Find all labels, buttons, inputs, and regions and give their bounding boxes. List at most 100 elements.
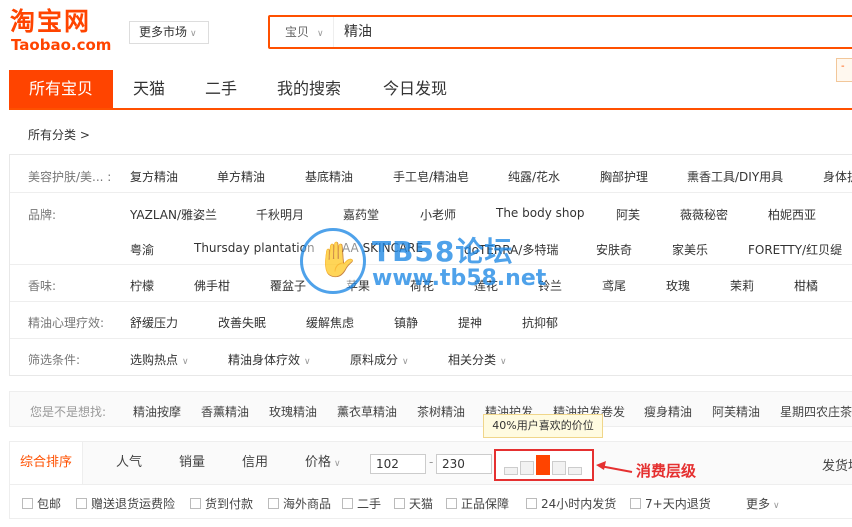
level-bar[interactable]	[568, 467, 582, 475]
checkbox-box[interactable]	[190, 498, 201, 509]
checkbox-box[interactable]	[446, 498, 457, 509]
filter-item[interactable]: 薇薇秘密	[680, 206, 728, 223]
filter-dropdown[interactable]: 选购热点 ∨	[130, 351, 189, 368]
level-bar-selected[interactable]	[536, 455, 550, 475]
suggestion-item[interactable]: 精油按摩	[133, 403, 181, 420]
filter-item[interactable]: YAZLAN/雅姿兰	[130, 206, 217, 223]
checkbox-24h-ship[interactable]: 24小时内发货	[526, 495, 616, 512]
filter-dropdown[interactable]: 原料成分 ∨	[350, 351, 409, 368]
filter-item[interactable]: 鸢尾	[602, 277, 626, 294]
filter-item[interactable]: 阿芙	[616, 206, 640, 223]
filter-dropdown[interactable]: 精油身体疗效 ∨	[228, 351, 311, 368]
search-type-select[interactable]: 宝贝 ∨	[270, 17, 334, 47]
tab-my-search[interactable]: 我的搜索	[261, 70, 357, 108]
checkbox-box[interactable]	[76, 498, 87, 509]
chevron-down-icon: ∨	[500, 357, 507, 367]
checkbox-genuine[interactable]: 正品保障	[446, 495, 509, 512]
checkbox-box[interactable]	[630, 498, 641, 509]
filter-item[interactable]: 家美乐	[672, 241, 708, 258]
tab-all-items[interactable]: 所有宝贝	[9, 70, 113, 108]
checkbox-box[interactable]	[342, 498, 353, 509]
suggestion-item[interactable]: 茶树精油	[417, 403, 465, 420]
more-filters-button[interactable]: 更多 ∨	[746, 495, 780, 512]
checkbox-filter-row: 包邮 赠送退货运费险 货到付款 海外商品 二手 天猫 正品保障 24小时内发货 …	[9, 485, 852, 519]
level-bar[interactable]	[520, 461, 534, 475]
filter-item[interactable]: 安肤奇	[596, 241, 632, 258]
filter-item[interactable]: 嘉药堂	[343, 206, 379, 223]
suggestion-item[interactable]: 香薰精油	[201, 403, 249, 420]
checkbox-7day-return[interactable]: 7+天内退货	[630, 495, 711, 512]
checkbox-return-insurance[interactable]: 赠送退货运费险	[76, 495, 175, 512]
checkbox-label: 包邮	[37, 497, 62, 511]
price-min-input[interactable]: 102	[370, 454, 426, 474]
suggestion-item[interactable]: 星期四农庄茶	[780, 403, 852, 420]
filter-item[interactable]: 粤渝	[130, 241, 154, 258]
sort-popularity[interactable]: 人气	[116, 442, 142, 484]
filter-item[interactable]: 千秋明月	[256, 206, 304, 223]
hand-icon: ✋	[316, 240, 359, 280]
checkbox-label: 24小时内发货	[541, 497, 617, 511]
checkbox-box[interactable]	[22, 498, 33, 509]
checkbox-overseas[interactable]: 海外商品	[268, 495, 331, 512]
filter-item[interactable]: 舒缓压力	[130, 314, 178, 331]
filter-item[interactable]: The body shop	[496, 206, 584, 220]
filter-item[interactable]: 改善失眠	[218, 314, 266, 331]
consumption-level-selector[interactable]	[494, 449, 594, 481]
filter-item[interactable]: FORETTY/红贝缇	[748, 241, 842, 258]
checkbox-box[interactable]	[268, 498, 279, 509]
filter-item[interactable]: 胸部护理	[600, 168, 648, 185]
checkbox-box[interactable]	[526, 498, 537, 509]
search-input[interactable]: 精油	[344, 17, 372, 47]
suggestion-item[interactable]: 瘦身精油	[644, 403, 692, 420]
all-category-link[interactable]: 所有分类 >	[28, 126, 90, 143]
filter-label: 筛选条件:	[28, 353, 81, 367]
suggestion-item[interactable]: 薰衣草精油	[337, 403, 397, 420]
sort-price[interactable]: 价格 ∨	[305, 442, 341, 484]
price-max-input[interactable]: 230	[436, 454, 492, 474]
sort-price-label: 价格	[305, 455, 332, 470]
filter-item[interactable]: 柏妮西亚	[768, 206, 816, 223]
sort-default[interactable]: 综合排序	[10, 442, 84, 484]
filter-item[interactable]: 手工皂/精油皂	[393, 168, 469, 185]
filter-item[interactable]: 身体护	[823, 168, 852, 185]
checkbox-cod[interactable]: 货到付款	[190, 495, 253, 512]
filter-item[interactable]: 镇静	[394, 314, 418, 331]
filter-item[interactable]: 复方精油	[130, 168, 178, 185]
more-markets-button[interactable]: 更多市场 ∨	[129, 21, 209, 44]
checkbox-box[interactable]	[394, 498, 405, 509]
filter-item[interactable]: 茉莉	[730, 277, 754, 294]
level-bar[interactable]	[504, 467, 518, 475]
checkbox-secondhand[interactable]: 二手	[342, 495, 381, 512]
watermark-title: TB58论坛	[372, 235, 514, 268]
filter-item[interactable]: 基底精油	[305, 168, 353, 185]
checkbox-label: 货到付款	[205, 497, 254, 511]
filter-item[interactable]: 缓解焦虑	[306, 314, 354, 331]
filter-item[interactable]: 纯露/花水	[508, 168, 560, 185]
checkbox-tmall[interactable]: 天猫	[394, 495, 433, 512]
filter-item[interactable]: 玫瑰	[666, 277, 690, 294]
sort-sales[interactable]: 销量	[179, 442, 205, 484]
chevron-down-icon: ∨	[304, 357, 311, 367]
filter-item[interactable]: 熏香工具/DIY用具	[687, 168, 783, 185]
chevron-down-icon: ∨	[402, 357, 409, 367]
filter-item[interactable]: 单方精油	[217, 168, 265, 185]
filter-item[interactable]: 柑橘	[794, 277, 818, 294]
filter-item[interactable]: 抗抑郁	[522, 314, 558, 331]
suggestion-item[interactable]: 玫瑰精油	[269, 403, 317, 420]
level-bar[interactable]	[552, 461, 566, 475]
filter-item[interactable]: 佛手柑	[194, 277, 230, 294]
suggestion-item[interactable]: 阿芙精油	[712, 403, 760, 420]
sort-credit[interactable]: 信用	[242, 442, 268, 484]
filter-item[interactable]: 小老师	[420, 206, 456, 223]
taobao-logo[interactable]: 淘宝网 Taobao.com	[10, 8, 120, 58]
tab-today-discover[interactable]: 今日发现	[367, 70, 463, 108]
filter-item[interactable]: Thursday plantation	[194, 241, 315, 255]
filter-item[interactable]: 提神	[458, 314, 482, 331]
filter-dropdown[interactable]: 相关分类 ∨	[448, 351, 507, 368]
consumption-level-note: 消费层级	[636, 462, 697, 480]
tab-tmall[interactable]: 天猫	[113, 70, 185, 108]
checkbox-free-shipping[interactable]: 包邮	[22, 495, 61, 512]
ship-from-dropdown[interactable]: 发货地	[822, 455, 852, 474]
tab-secondhand[interactable]: 二手	[185, 70, 257, 108]
filter-item[interactable]: 柠檬	[130, 277, 154, 294]
